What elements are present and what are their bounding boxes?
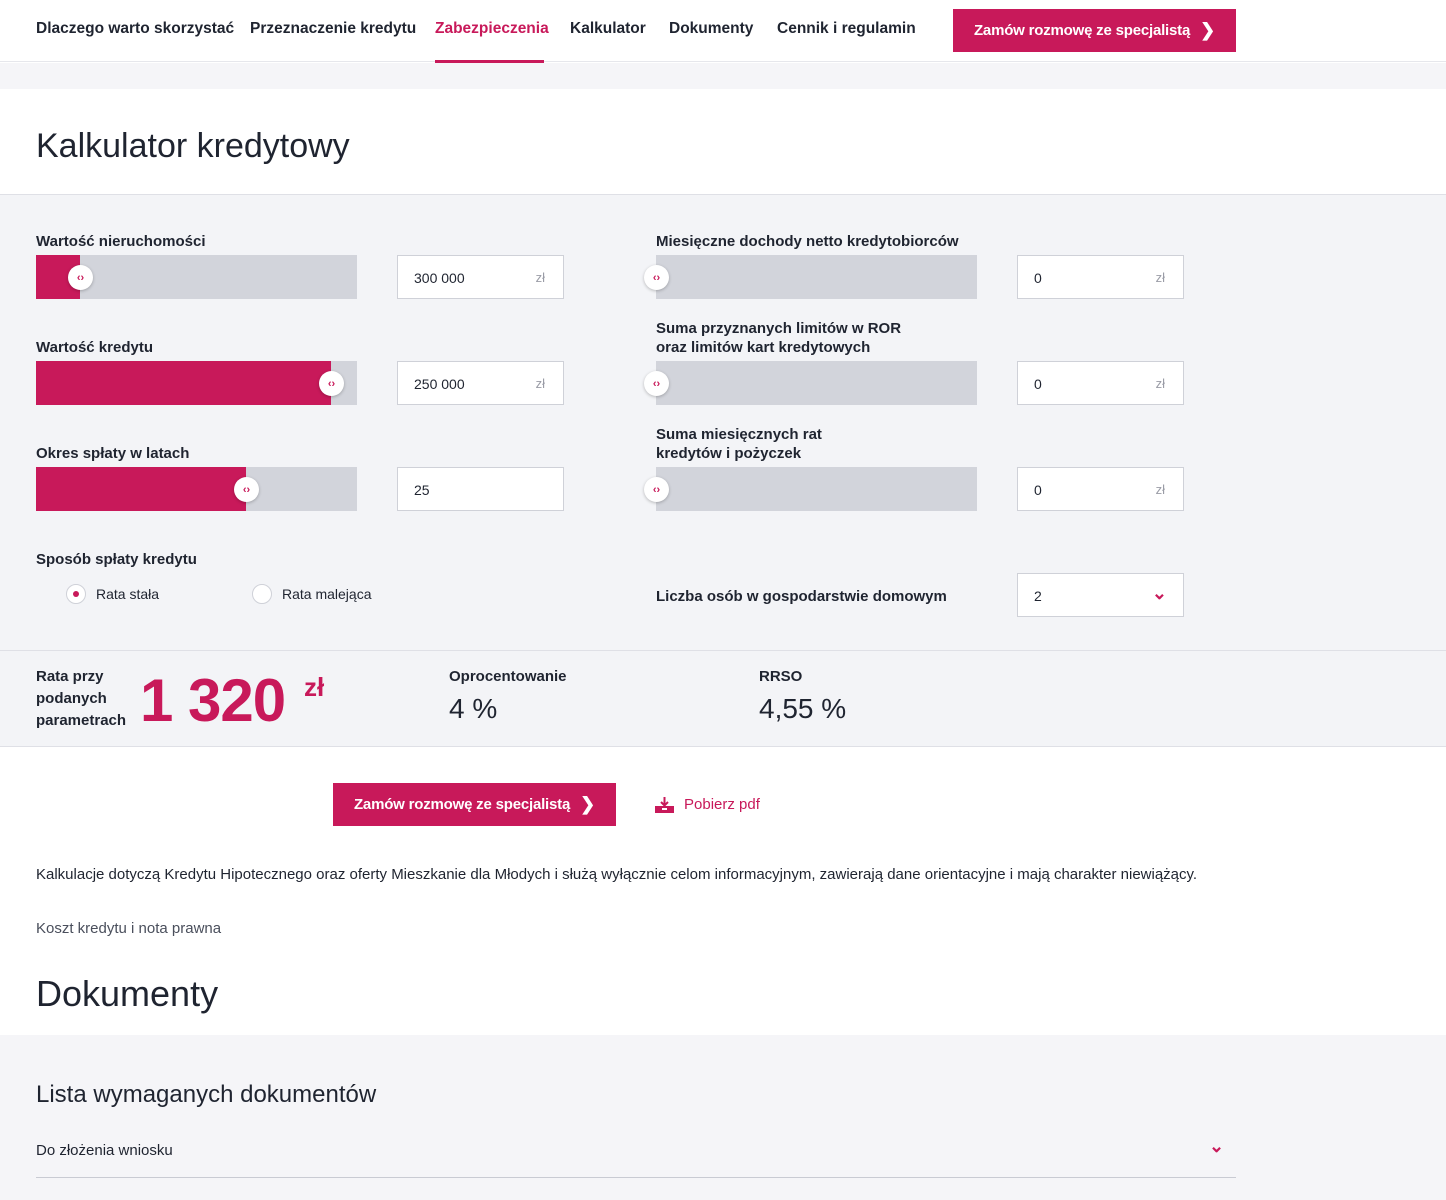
documents-panel bbox=[0, 1035, 1446, 1200]
limits-label-line2: oraz limitów kart kredytowych bbox=[656, 339, 871, 356]
limits-label-line1: Suma przyznanych limitów w ROR bbox=[656, 320, 902, 337]
slider-handle-icon[interactable]: ‹› bbox=[319, 371, 344, 396]
chevron-down-icon: ⌄ bbox=[1151, 583, 1167, 603]
income-slider[interactable]: ‹› bbox=[644, 255, 977, 299]
radio-decreasing-installment[interactable]: Rata malejąca bbox=[252, 584, 372, 604]
radio-fixed-installment[interactable]: Rata stała bbox=[66, 584, 159, 604]
rate-label-line1: Rata przy bbox=[36, 668, 104, 685]
nav-item-collateral[interactable]: Zabezpieczenia bbox=[435, 20, 549, 38]
nav-cta-label: Zamów rozmowę ze specjalistą bbox=[973, 22, 1191, 39]
loan-value-field[interactable]: 250 000 zł bbox=[397, 361, 564, 405]
rate-label-line3: parametrach bbox=[36, 712, 127, 729]
slider-fill bbox=[36, 361, 331, 405]
installments-input-value: 0 bbox=[1034, 482, 1042, 498]
installments-label-line1: Suma miesięcznych rat bbox=[656, 426, 822, 443]
slider-fill bbox=[36, 467, 246, 511]
page-title: Kalkulator kredytowy bbox=[36, 127, 350, 165]
property-value-field[interactable]: 300 000 zł bbox=[397, 255, 564, 299]
installments-slider[interactable]: ‹› bbox=[644, 467, 977, 511]
download-pdf-link[interactable]: Pobierz pdf bbox=[655, 796, 760, 813]
nav-item-benefits[interactable]: Dlaczego warto skorzystać bbox=[36, 20, 234, 38]
chevron-right-icon: ❯ bbox=[580, 794, 596, 814]
radio-label: Rata stała bbox=[96, 586, 160, 602]
slider-handle-icon[interactable]: ‹› bbox=[234, 477, 259, 502]
cost-note-link[interactable]: Koszt kredytu i nota prawna bbox=[36, 920, 221, 937]
download-tray-icon bbox=[655, 796, 674, 813]
loan-value-input-value: 250 000 bbox=[414, 376, 465, 392]
order-call-button[interactable]: Zamów rozmowę ze specjalistą ❯ bbox=[333, 783, 616, 826]
household-label: Liczba osób w gospodarstwie domowym bbox=[656, 588, 947, 605]
top-nav: Dlaczego warto skorzystać Przeznaczenie … bbox=[0, 0, 1446, 63]
slider-handle-icon[interactable]: ‹› bbox=[644, 265, 669, 290]
nav-cta-button[interactable]: Zamów rozmowę ze specjalistą ❯ bbox=[953, 9, 1236, 52]
disclaimer-text: Kalkulacje dotyczą Kredytu Hipotecznego … bbox=[36, 866, 1198, 883]
top-spacer-band bbox=[0, 63, 1446, 89]
radio-selected-icon bbox=[66, 584, 86, 604]
slider-handle-icon[interactable]: ‹› bbox=[68, 265, 93, 290]
income-field[interactable]: 0 zł bbox=[1017, 255, 1184, 299]
currency-unit: zł bbox=[535, 270, 545, 285]
household-select[interactable]: 2 ⌄ bbox=[1017, 573, 1184, 617]
chevron-right-icon: ❯ bbox=[1200, 20, 1216, 40]
chevron-down-icon[interactable]: ⌄ bbox=[1209, 1136, 1224, 1157]
currency-unit: zł bbox=[535, 376, 545, 391]
rrso-label: RRSO bbox=[759, 668, 803, 685]
limits-slider[interactable]: ‹› bbox=[644, 361, 977, 405]
download-pdf-label: Pobierz pdf bbox=[684, 796, 760, 813]
documents-list-title: Lista wymaganych dokumentów bbox=[36, 1081, 377, 1108]
loan-value-label: Wartość kredytu bbox=[36, 339, 153, 356]
limits-input-value: 0 bbox=[1034, 376, 1042, 392]
rate-unit: zł bbox=[304, 672, 325, 702]
order-call-label: Zamów rozmowę ze specjalistą bbox=[353, 796, 571, 813]
slider-handle-icon[interactable]: ‹› bbox=[644, 477, 669, 502]
limits-field[interactable]: 0 zł bbox=[1017, 361, 1184, 405]
radio-unselected-icon bbox=[252, 584, 272, 604]
rate-label-line2: podanych bbox=[36, 690, 107, 707]
currency-unit: zł bbox=[1155, 270, 1165, 285]
income-label: Miesięczne dochody netto kredytobiorców bbox=[656, 233, 959, 250]
rrso-value: 4,55 % bbox=[759, 693, 847, 724]
currency-unit: zł bbox=[1155, 376, 1165, 391]
repayment-method-label: Sposób spłaty kredytu bbox=[36, 551, 197, 568]
period-slider[interactable]: ‹› bbox=[36, 467, 357, 511]
property-value-label: Wartość nieruchomości bbox=[36, 233, 206, 250]
rate-value: 1 320 bbox=[140, 667, 286, 734]
household-select-value: 2 bbox=[1034, 588, 1042, 604]
slider-handle-icon[interactable]: ‹› bbox=[644, 371, 669, 396]
installments-label-line2: kredytów i pożyczek bbox=[656, 445, 802, 462]
accordion-item-application[interactable]: Do złożenia wniosku bbox=[36, 1142, 173, 1159]
period-input-value: 25 bbox=[414, 482, 430, 498]
installments-field[interactable]: 0 zł bbox=[1017, 467, 1184, 511]
nav-item-documents[interactable]: Dokumenty bbox=[669, 20, 753, 38]
accordion-divider bbox=[36, 1177, 1236, 1178]
period-field[interactable]: 25 bbox=[397, 467, 564, 511]
radio-label: Rata malejąca bbox=[282, 586, 372, 602]
loan-value-slider[interactable]: ‹› bbox=[36, 361, 357, 405]
currency-unit: zł bbox=[1155, 482, 1165, 497]
property-value-input-value: 300 000 bbox=[414, 270, 465, 286]
documents-title: Dokumenty bbox=[36, 973, 219, 1014]
period-label: Okres spłaty w latach bbox=[36, 445, 190, 462]
nav-item-calculator[interactable]: Kalkulator bbox=[570, 20, 646, 38]
nav-item-pricing[interactable]: Cennik i regulamin bbox=[777, 20, 916, 38]
income-input-value: 0 bbox=[1034, 270, 1042, 286]
nav-item-purpose[interactable]: Przeznaczenie kredytu bbox=[250, 20, 416, 38]
interest-label: Oprocentowanie bbox=[449, 668, 567, 685]
property-value-slider[interactable]: ‹› bbox=[36, 255, 357, 299]
interest-value: 4 % bbox=[449, 693, 498, 724]
